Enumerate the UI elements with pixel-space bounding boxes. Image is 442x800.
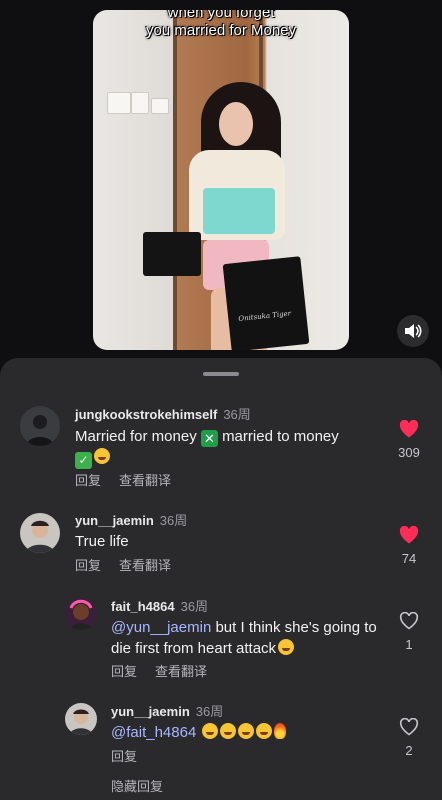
reply-button[interactable]: 回复 (75, 558, 101, 573)
door-frame (173, 10, 177, 350)
bag-brand-text: Onitsuka Tiger (237, 309, 292, 323)
shopping-bag-main: Onitsuka Tiger (222, 256, 310, 350)
comment-username[interactable]: yun__jaemin 36周 (75, 510, 187, 529)
comment-text: @yun__jaemin but I think she's going to … (111, 619, 377, 657)
sheet-drag-handle[interactable] (203, 372, 239, 376)
heart-outline-icon (399, 717, 419, 736)
comment-time: 36周 (223, 407, 251, 422)
comment-username[interactable]: fait_h4864 36周 (111, 596, 208, 615)
comments-sheet: jungkookstrokehimself 36周 Married for mon… (0, 358, 442, 800)
avatar[interactable] (20, 513, 60, 553)
light-switch (107, 92, 131, 114)
laughing-emoji-icon (256, 723, 273, 739)
comment-actions: 回复 查看翻译 (75, 470, 189, 489)
laughing-emoji-icon (220, 723, 237, 739)
comment-actions: 回复 (111, 746, 155, 765)
gift-box (203, 188, 275, 234)
avatar[interactable] (20, 406, 60, 446)
comment-text: Married for money ✕ married to money ✓ (75, 428, 339, 469)
like-button[interactable]: 1 (389, 611, 429, 652)
translate-button[interactable]: 查看翻译 (155, 664, 207, 679)
laughing-emoji-icon (278, 639, 295, 655)
avatar[interactable] (65, 598, 97, 630)
laughing-emoji-icon (202, 723, 219, 739)
like-button[interactable]: 74 (389, 525, 429, 566)
light-switch (131, 92, 149, 114)
comment-actions: 回复 查看翻译 (111, 661, 225, 680)
like-button[interactable]: 309 (389, 419, 429, 460)
mention-link[interactable]: @yun__jaemin (111, 619, 211, 636)
shopping-bag (143, 232, 201, 276)
comment-time: 36周 (195, 704, 224, 719)
comment-actions: 回复 查看翻译 (75, 555, 189, 574)
mention-link[interactable]: @fait_h4864 (111, 724, 196, 741)
video-caption-line2: you married for Money (145, 22, 297, 39)
comment-time: 36周 (180, 599, 209, 614)
reply-button[interactable]: 回复 (111, 664, 137, 679)
like-count: 1 (405, 637, 413, 652)
video-player[interactable]: Onitsuka Tiger when you forget you marri… (93, 10, 349, 350)
avatar[interactable] (65, 703, 97, 735)
heart-outline-icon (399, 611, 419, 630)
fire-emoji-icon (274, 723, 287, 739)
cross-mark-emoji-icon: ✕ (200, 430, 218, 447)
check-mark-emoji-icon: ✓ (75, 452, 92, 469)
comment-time: 36周 (159, 513, 188, 528)
light-switch (151, 98, 169, 114)
reply-button[interactable]: 回复 (75, 473, 101, 488)
laughing-emoji-icon (94, 448, 110, 464)
like-count: 74 (401, 551, 417, 566)
reply-button[interactable]: 回复 (111, 749, 137, 764)
comment-username[interactable]: jungkookstrokehimself 36周 (75, 404, 251, 423)
translate-button[interactable]: 查看翻译 (119, 558, 171, 573)
like-count: 2 (405, 743, 413, 758)
like-button[interactable]: 2 (389, 717, 429, 758)
video-caption-line1: when you forget (167, 10, 275, 21)
comment-text: @fait_h4864 (111, 722, 287, 743)
person-face (219, 102, 253, 146)
heart-filled-icon (399, 419, 419, 438)
laughing-emoji-icon (238, 723, 255, 739)
like-count: 309 (398, 445, 420, 460)
heart-filled-icon (399, 525, 419, 544)
translate-button[interactable]: 查看翻译 (119, 473, 171, 488)
comment-text: True life (75, 533, 129, 550)
sound-toggle-button[interactable] (397, 315, 429, 347)
speaker-icon (405, 324, 422, 338)
hide-replies-button[interactable]: 隐藏回复 (111, 776, 163, 795)
comment-username[interactable]: yun__jaemin 36周 (111, 701, 223, 720)
